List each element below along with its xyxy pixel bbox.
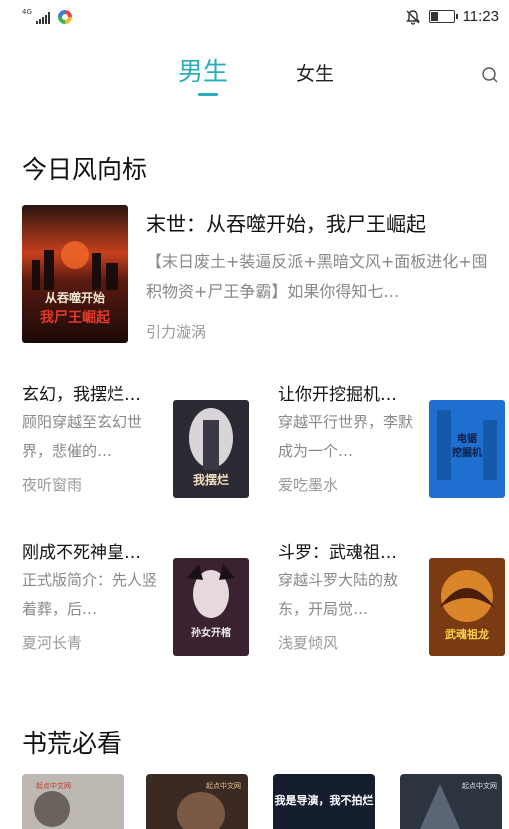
book-cover[interactable]: 电锯 挖掘机 bbox=[429, 400, 505, 498]
svg-text:我尸王崛起: 我尸王崛起 bbox=[40, 309, 111, 326]
book-card[interactable]: 让你开挖掘机… 穿越平行世界，李默成为一个… 爱吃墨水 电锯 挖掘机 bbox=[278, 380, 508, 510]
tab-active-indicator bbox=[198, 93, 218, 96]
status-bar: 4G 11:23 bbox=[0, 0, 509, 34]
svg-text:武魂祖龙: 武魂祖龙 bbox=[445, 627, 489, 641]
section-title-must-read: 书荒必看 bbox=[22, 729, 123, 758]
gender-tab-bar: 男生 女生 bbox=[0, 52, 509, 102]
status-right: 11:23 bbox=[405, 8, 499, 25]
clock: 11:23 bbox=[462, 8, 499, 25]
book-author[interactable]: 夏河长青 bbox=[22, 632, 82, 653]
book-title[interactable]: 玄幻，我摆烂… bbox=[22, 380, 141, 405]
cover-label: 起点中文网 bbox=[36, 781, 71, 790]
svg-text:电锯: 电锯 bbox=[457, 432, 477, 445]
cover-label: 起点中文网 bbox=[206, 781, 241, 790]
book-author[interactable]: 浅夏倾风 bbox=[278, 632, 338, 653]
signal-icon bbox=[35, 12, 50, 24]
app-icon bbox=[57, 10, 72, 24]
svg-text:从吞噬开始: 从吞噬开始 bbox=[45, 290, 105, 305]
tab-male[interactable]: 男生 bbox=[178, 52, 228, 88]
network-type: 4G bbox=[22, 8, 32, 16]
tab-female[interactable]: 女生 bbox=[296, 59, 334, 86]
book-cover[interactable]: 起点中文网 bbox=[400, 774, 502, 829]
book-author[interactable]: 夜听窗雨 bbox=[22, 474, 82, 495]
cover-label: 起点中文网 bbox=[462, 781, 497, 790]
section-title-trending: 今日风向标 bbox=[22, 155, 148, 184]
book-cover[interactable]: 孙女开棺 bbox=[173, 558, 249, 656]
book-cover[interactable]: 起点中文网 bbox=[22, 774, 124, 829]
featured-book[interactable]: 从吞噬开始 我尸王崛起 末世：从吞噬开始，我尸王崛起 【末日废土+装逼反派+黑暗… bbox=[22, 205, 492, 345]
must-read-covers: 起点中文网 起点中文网 我是导演，我不拍烂 起点中文网 bbox=[0, 774, 509, 829]
svg-text:我摆烂: 我摆烂 bbox=[193, 472, 229, 487]
status-left: 4G bbox=[22, 9, 72, 24]
battery-icon bbox=[428, 10, 458, 23]
book-card[interactable]: 斗罗：武魂祖… 穿越斗罗大陆的敖东，开局觉… 浅夏倾风 武魂祖龙 bbox=[278, 538, 508, 668]
book-title[interactable]: 让你开挖掘机… bbox=[278, 380, 397, 405]
search-icon[interactable] bbox=[481, 66, 499, 84]
book-cover[interactable]: 我摆烂 bbox=[173, 400, 249, 498]
svg-text:孙女开棺: 孙女开棺 bbox=[191, 626, 231, 639]
book-title[interactable]: 末世：从吞噬开始，我尸王崛起 bbox=[146, 208, 426, 237]
book-author[interactable]: 爱吃墨水 bbox=[278, 474, 338, 495]
book-description: 【末日废土+装逼反派+黑暗文风+面板进化+囤积物资+尸王争霸】如果你得知七… bbox=[146, 252, 488, 301]
book-card[interactable]: 玄幻，我摆烂… 顾阳穿越至玄幻世界，悲催的… 夜听窗雨 我摆烂 bbox=[22, 380, 252, 510]
book-cover[interactable]: 起点中文网 bbox=[146, 774, 248, 829]
book-cover[interactable]: 从吞噬开始 我尸王崛起 bbox=[22, 205, 128, 343]
book-description: 正式版简介：先人竖着葬，后… bbox=[22, 571, 158, 618]
book-card[interactable]: 刚成不死神皇… 正式版简介：先人竖着葬，后… 夏河长青 孙女开棺 bbox=[22, 538, 252, 668]
book-cover[interactable]: 武魂祖龙 bbox=[429, 558, 505, 656]
mute-bell-icon bbox=[405, 9, 420, 25]
book-description: 顾阳穿越至玄幻世界，悲催的… bbox=[22, 413, 143, 460]
svg-text:挖掘机: 挖掘机 bbox=[452, 446, 482, 459]
book-author[interactable]: 引力漩涡 bbox=[146, 321, 206, 342]
book-title[interactable]: 斗罗：武魂祖… bbox=[278, 538, 397, 563]
book-title[interactable]: 刚成不死神皇… bbox=[22, 538, 141, 563]
book-description: 穿越平行世界，李默成为一个… bbox=[278, 413, 414, 460]
book-cover[interactable]: 我是导演，我不拍烂 bbox=[273, 774, 375, 829]
cover-label: 我是导演，我不拍烂 bbox=[275, 793, 374, 807]
book-description: 穿越斗罗大陆的敖东，开局觉… bbox=[278, 571, 399, 618]
